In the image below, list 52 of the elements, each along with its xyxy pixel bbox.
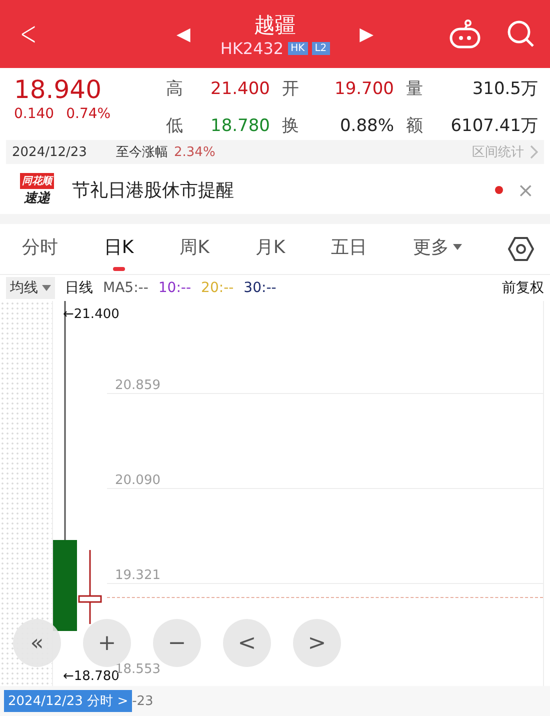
current-price: 18.940 xyxy=(14,74,102,106)
range-value: 2.34% xyxy=(174,144,216,160)
stat-label: 开 xyxy=(281,78,300,100)
stat-label: 换 xyxy=(281,114,300,138)
news-logo: 同花顺 速递 xyxy=(16,173,58,207)
notice-text[interactable]: 节礼日港股休市提醒 xyxy=(72,178,496,202)
chart-control-button[interactable]: « xyxy=(13,619,61,667)
moving-average-value: MA5:-- xyxy=(103,280,148,296)
moving-average-value: 30:-- xyxy=(244,280,276,296)
stat-value: 19.700 xyxy=(334,78,394,98)
robot-icon[interactable] xyxy=(448,19,482,49)
moving-average-value: 10:-- xyxy=(158,280,192,296)
chart-tab[interactable]: 周K xyxy=(180,227,210,271)
stat-value: 21.400 xyxy=(210,78,270,98)
stat-label: 量 xyxy=(405,78,424,100)
chart-tab[interactable]: 分时 xyxy=(22,227,58,271)
date-tag-button[interactable]: 2024/12/23 分时 > xyxy=(4,690,132,712)
previous-stock-button[interactable]: ◀ xyxy=(176,24,190,44)
moving-average-value: 20:-- xyxy=(201,280,234,296)
range-date: 2024/12/23 xyxy=(12,144,88,160)
next-stock-button[interactable]: ▶ xyxy=(360,24,374,44)
chart-control-button[interactable]: > xyxy=(293,619,341,667)
stat-value: 6107.41万 xyxy=(450,115,538,137)
axis-label: 20.859 xyxy=(115,378,160,393)
axis-label: 20.090 xyxy=(115,473,160,488)
period-label: 日线 xyxy=(65,279,93,297)
stat-value: 310.5万 xyxy=(471,78,538,100)
stat-value: 0.88% xyxy=(338,116,394,136)
stock-name: 越疆 xyxy=(254,12,296,38)
market-badge: HK xyxy=(288,42,308,54)
stat-label: 额 xyxy=(405,114,424,138)
caret-icon xyxy=(42,285,51,291)
range-label: 至今涨幅 xyxy=(116,144,168,161)
stat-value: 18.780 xyxy=(210,116,270,136)
axis-label: 19.321 xyxy=(115,568,160,583)
price-change: 0.140 xyxy=(14,106,54,122)
chart-tab[interactable]: 更多 xyxy=(413,227,462,271)
settings-icon[interactable] xyxy=(508,236,534,262)
stock-code: HK2432 xyxy=(220,38,284,58)
date-label: -23 xyxy=(132,694,154,708)
stat-label: 高 xyxy=(165,78,184,100)
chart-tab[interactable]: 日K xyxy=(104,227,134,271)
chart-control-button[interactable]: < xyxy=(223,619,271,667)
back-button[interactable]: < xyxy=(20,14,37,54)
percent-change: 0.74% xyxy=(66,106,111,122)
chart-tab[interactable]: 五日 xyxy=(331,227,368,271)
chart-tab[interactable]: 月K xyxy=(255,227,286,271)
stat-label: 低 xyxy=(165,114,184,138)
search-icon[interactable] xyxy=(506,19,536,49)
market-badge: L2 xyxy=(312,42,330,54)
chevron-icon xyxy=(530,145,538,159)
adjustment-button[interactable]: 前复权 xyxy=(502,279,544,297)
